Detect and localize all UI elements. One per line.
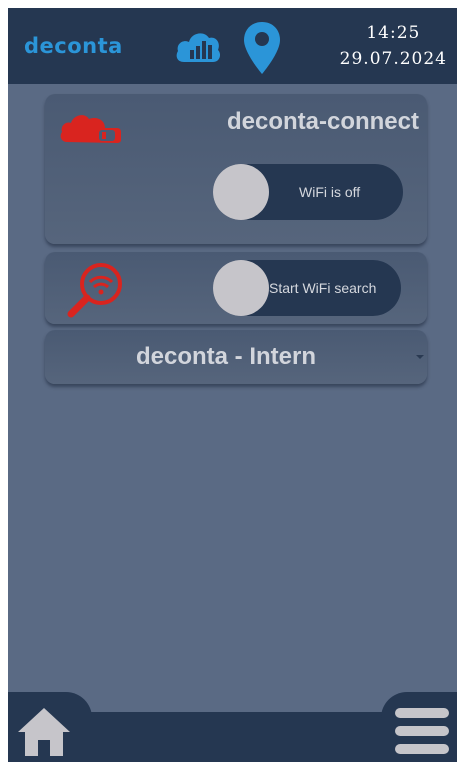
- cloud-signal-icon[interactable]: [174, 26, 222, 66]
- header-bar: deconta 14:25 29.07.2024: [8, 8, 457, 84]
- wifi-toggle-label: WiFi is off: [299, 184, 361, 200]
- brand-logo: deconta: [24, 34, 123, 58]
- connect-title: deconta-connect: [226, 108, 419, 135]
- selected-network[interactable]: deconta - Intern: [45, 330, 407, 384]
- wifi-toggle[interactable]: WiFi is off: [213, 164, 403, 220]
- menu-button[interactable]: [381, 692, 457, 762]
- wifi-search-toggle-knob[interactable]: [213, 260, 269, 316]
- time-display: 14:25: [366, 23, 421, 43]
- home-button[interactable]: [8, 692, 92, 762]
- chevron-down-icon[interactable]: [413, 352, 427, 362]
- clock: 14:25 29.07.2024: [340, 20, 447, 72]
- network-select[interactable]: deconta - Intern: [45, 330, 427, 384]
- wifi-icon: [60, 115, 121, 143]
- menu-icon[interactable]: [393, 706, 451, 756]
- home-icon[interactable]: [14, 704, 74, 760]
- date-display: 29.07.2024: [339, 49, 447, 69]
- wifi-search-icon: [67, 263, 122, 318]
- wifi-search-toggle[interactable]: Start WiFi search: [213, 260, 401, 316]
- app-screen: deconta 14:25 29.07.2024 deconta-connect…: [8, 8, 457, 762]
- connect-panel: deconta-connect WiFi is off: [45, 94, 427, 244]
- search-panel: Start WiFi search: [45, 252, 427, 324]
- wifi-search-toggle-label: Start WiFi search: [269, 280, 377, 296]
- location-pin-icon[interactable]: [242, 20, 282, 76]
- wifi-toggle-knob[interactable]: [213, 164, 269, 220]
